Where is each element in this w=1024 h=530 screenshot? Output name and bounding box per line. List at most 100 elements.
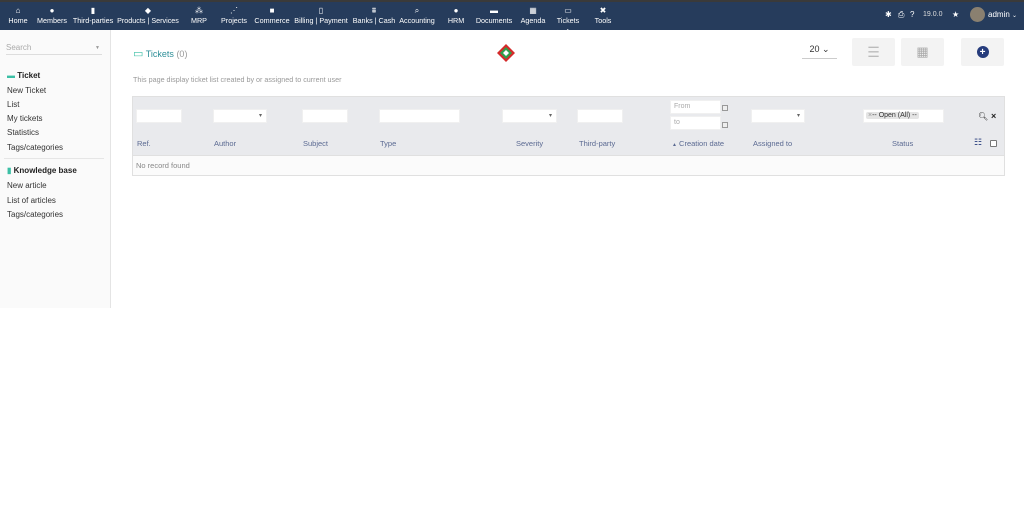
list-icon: ☰ [867, 43, 880, 60]
ticket-list-table: From to ×-- Open (All) -- 🔍︎ × Ref. Auth… [132, 96, 1005, 176]
search-dollar-icon: ⌕ [414, 6, 420, 15]
plus-circle-icon: + [976, 46, 989, 58]
sidebar-header-ticket[interactable]: ▬ Ticket [7, 71, 40, 80]
sidebar-item-kb-tags-categories[interactable]: Tags/categories [7, 210, 63, 219]
nav-label: Tickets [556, 16, 580, 25]
select-all-checkbox[interactable] [990, 140, 997, 147]
sidebar-item-new-ticket[interactable]: New Ticket [7, 86, 46, 95]
calendar-icon: ▦ [529, 6, 537, 15]
calendar-icon[interactable] [722, 122, 728, 128]
column-selector-icon[interactable]: ☷ [974, 137, 982, 148]
nav-label: Projects [221, 16, 247, 25]
sidebar-item-my-tickets[interactable]: My tickets [7, 114, 43, 123]
column-header-ref[interactable]: Ref. [137, 139, 151, 148]
sort-asc-icon: ▲ [672, 142, 677, 148]
version-label: 19.0.0 [923, 11, 943, 18]
column-header-type[interactable]: Type [380, 139, 396, 148]
cubes-icon: ⁂ [194, 6, 203, 15]
list-view-button[interactable]: ☰ [852, 38, 895, 66]
nav-accounting[interactable]: ⌕ Accounting [399, 6, 435, 26]
filter-type-input[interactable] [379, 109, 460, 123]
status-tag[interactable]: ×-- Open (All) -- [866, 112, 919, 119]
page-size-select[interactable]: 20 ⌄ [802, 44, 837, 59]
nav-label: MRP [191, 16, 207, 25]
nav-label: Documents [475, 16, 513, 25]
sitemap-icon: ⋰ [230, 6, 238, 15]
divider [4, 158, 104, 159]
help-icon[interactable]: ? [910, 10, 914, 19]
kanban-view-button[interactable]: ▦ [901, 38, 944, 66]
page-title: ▭ Tickets (0) [133, 48, 188, 60]
bookmark-star-icon[interactable]: ★ [952, 10, 959, 19]
nav-commerce[interactable]: ■ Commerce [254, 6, 289, 26]
nav-mrp[interactable]: ⁂ MRP [191, 6, 207, 26]
filter-author-select[interactable] [213, 109, 267, 123]
sidebar-item-statistics[interactable]: Statistics [7, 128, 39, 137]
nav-label: HRM [447, 16, 465, 25]
calendar-icon[interactable] [722, 105, 728, 111]
nav-tickets[interactable]: ▭ Tickets [556, 6, 580, 32]
sidebar-header-knowledge-base[interactable]: ▮ Knowledge base [7, 166, 77, 175]
chevron-down-icon: ⌄ [1012, 13, 1018, 19]
new-ticket-button[interactable]: + [961, 38, 1004, 66]
nav-banks-cash[interactable]: ⩩ Banks | Cash [353, 6, 396, 26]
print-icon[interactable]: ⎙ [898, 10, 904, 20]
user-menu[interactable]: admin ⌄ [988, 10, 1017, 19]
tools-icon: ✖ [599, 6, 607, 15]
nav-third-parties[interactable]: ▮ Third-parties [73, 6, 113, 26]
user-tie-icon: ● [453, 6, 459, 15]
column-header-severity[interactable]: Severity [516, 139, 543, 148]
column-header-creation-date[interactable]: ▲ Creation date [672, 139, 724, 148]
building-icon: ▮ [90, 6, 96, 15]
nav-projects[interactable]: ⋰ Projects [221, 6, 247, 26]
nav-members[interactable]: ● Members [37, 6, 67, 26]
filter-date-from-input[interactable]: From [670, 100, 721, 114]
nav-hrm[interactable]: ● HRM [448, 6, 464, 26]
filter-status-select[interactable]: ×-- Open (All) -- [863, 109, 944, 123]
filter-subject-input[interactable] [302, 109, 348, 123]
sidebar-item-list[interactable]: List [7, 100, 19, 109]
nav-agenda[interactable]: ▦ Agenda [521, 6, 546, 26]
nav-label: Banks | Cash [352, 16, 396, 25]
grid-icon: ▦ [916, 44, 929, 59]
clear-filter-icon[interactable]: × [991, 111, 996, 121]
bank-icon: ⩩ [371, 6, 377, 15]
nav-label: Commerce [254, 16, 290, 25]
ticket-icon: ▬ [7, 71, 15, 80]
filter-severity-select[interactable] [502, 109, 557, 123]
nav-label: Members [37, 16, 67, 25]
column-header-assigned-to[interactable]: Assigned to [753, 139, 792, 148]
sidebar-item-new-article[interactable]: New article [7, 181, 47, 190]
home-icon: ⌂ [15, 6, 21, 15]
ticket-count: (0) [176, 49, 188, 59]
chevron-down-icon: ▼ [95, 45, 100, 51]
nav-home[interactable]: ⌂ Home [8, 6, 27, 26]
search-placeholder: Search [6, 43, 32, 52]
nav-label: Products | Services [117, 16, 179, 25]
ticket-icon: ▭ [133, 48, 144, 60]
filter-date-to-input[interactable]: to [670, 116, 721, 130]
nav-tools[interactable]: ✖ Tools [595, 6, 612, 26]
sidebar-item-list-of-articles[interactable]: List of articles [7, 196, 56, 205]
search-input[interactable]: Search ▼ [6, 43, 102, 55]
avatar[interactable] [970, 7, 985, 22]
column-header-subject[interactable]: Subject [303, 139, 328, 148]
filter-ref-input[interactable] [136, 109, 182, 123]
nav-billing-payment[interactable]: ▯ Billing | Payment [294, 6, 347, 26]
nav-documents[interactable]: ▬ Documents [476, 6, 512, 26]
sidebar-item-tags-categories[interactable]: Tags/categories [7, 143, 63, 152]
nav-products-services[interactable]: ◆ Products | Services [117, 6, 179, 26]
column-header-author[interactable]: Author [214, 139, 236, 148]
suitcase-icon: ■ [269, 6, 275, 15]
search-icon[interactable]: 🔍︎ [978, 112, 988, 121]
column-header-third-party[interactable]: Third-party [579, 139, 615, 148]
user-name: admin [988, 10, 1010, 19]
ticket-icon: ▭ [564, 6, 572, 15]
filter-third-party-input[interactable] [577, 109, 623, 123]
filter-assigned-select[interactable] [751, 109, 805, 123]
page-description: This page display ticket list created by… [133, 75, 342, 84]
column-header-status[interactable]: Status [892, 139, 913, 148]
bug-icon[interactable]: ✱ [885, 10, 892, 19]
user-icon: ● [49, 6, 55, 15]
company-logo [497, 44, 515, 62]
